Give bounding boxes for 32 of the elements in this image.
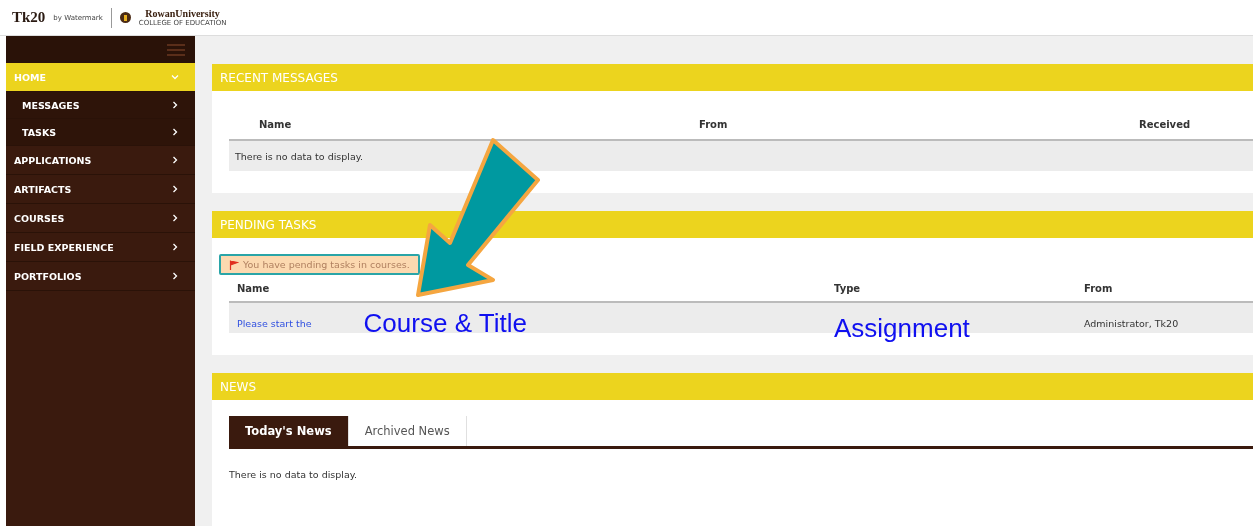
table-cell-text: Administrator, Tk20 bbox=[1084, 318, 1180, 329]
column-header: Name bbox=[237, 282, 271, 294]
column-header: Name bbox=[259, 118, 293, 130]
task-link[interactable]: Please start the bbox=[229, 318, 312, 329]
annotation-text: Course & Title bbox=[363, 308, 527, 339]
section-header: RECENT MESSAGES bbox=[212, 64, 1253, 91]
column-header: From bbox=[1084, 282, 1114, 294]
university-logo: RowanUniversity bbox=[145, 8, 220, 19]
logo: Tk20 bbox=[12, 9, 46, 26]
column-header: Type bbox=[834, 282, 862, 294]
column-header: From bbox=[699, 118, 729, 130]
column-header: Received bbox=[1139, 118, 1192, 130]
empty-message: There is no data to display. bbox=[234, 150, 365, 162]
chevron-down-icon bbox=[171, 73, 179, 81]
section-header: NEWS bbox=[212, 373, 1253, 400]
flag-icon bbox=[229, 259, 239, 270]
chevron-right-icon bbox=[171, 185, 179, 193]
section-header: PENDING TASKS bbox=[212, 211, 1253, 238]
annotation-text: Assignment bbox=[834, 312, 971, 344]
sidebar-item[interactable]: TASKS bbox=[6, 119, 195, 146]
chevron-right-icon bbox=[171, 214, 179, 222]
chevron-right-icon bbox=[171, 128, 179, 136]
chevron-right-icon bbox=[171, 243, 179, 251]
chevron-right-icon bbox=[171, 272, 179, 280]
sidebar-item[interactable]: MESSAGES bbox=[6, 92, 195, 119]
empty-message: There is no data to display. bbox=[229, 469, 359, 480]
alert-text: You have pending tasks in courses. bbox=[243, 259, 410, 270]
tab[interactable]: Today's News bbox=[229, 416, 349, 446]
chevron-right-icon bbox=[171, 101, 179, 109]
shield-icon bbox=[119, 12, 131, 23]
chevron-right-icon bbox=[171, 156, 179, 164]
menu-icon[interactable] bbox=[167, 42, 185, 57]
